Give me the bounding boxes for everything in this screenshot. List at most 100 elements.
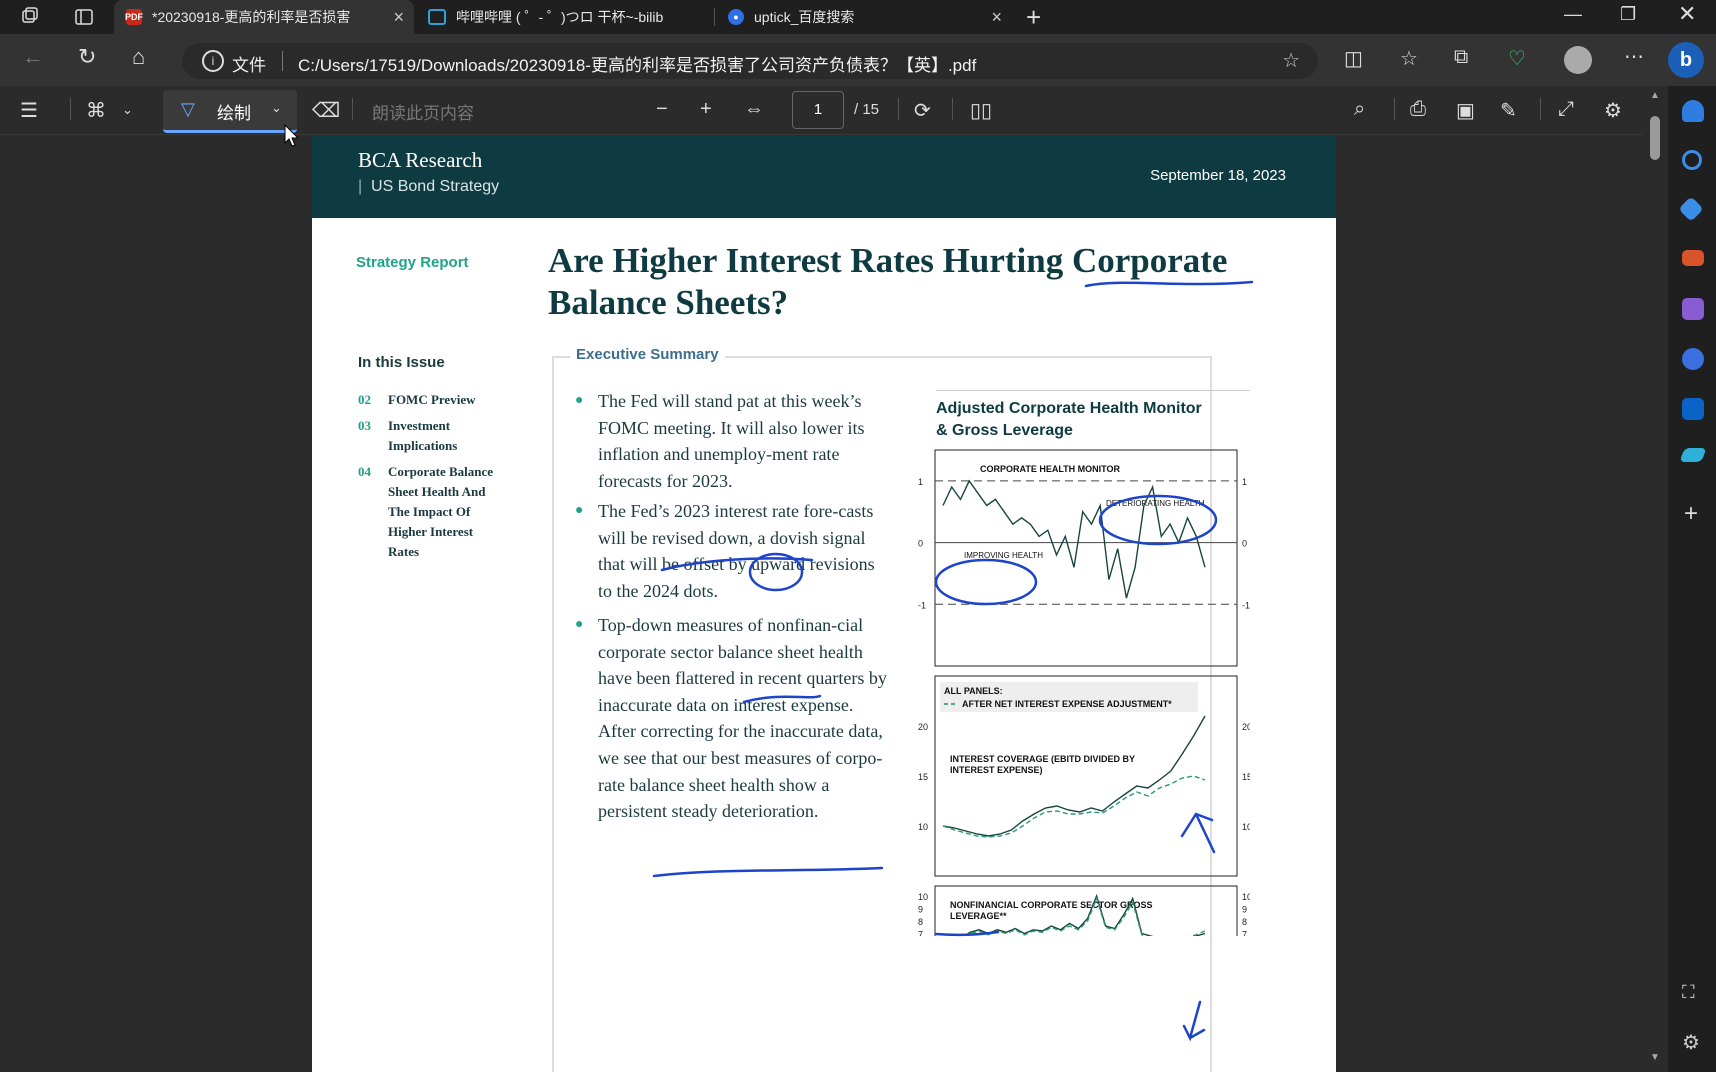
bullet-text: Top-down measures of nonfinan-cial corpo… <box>598 615 887 822</box>
zoom-in-icon[interactable]: + <box>700 98 712 121</box>
separator <box>1394 98 1395 120</box>
legend-heading: ALL PANELS: <box>944 686 1003 696</box>
save-as-icon[interactable]: ✎ <box>1500 98 1517 123</box>
chevron-down-icon[interactable]: ⌄ <box>271 100 282 116</box>
chart-rule <box>936 390 1250 391</box>
report-title: Are Higher Interest Rates Hurting Corpor… <box>548 240 1288 324</box>
minimize-icon[interactable]: — <box>1564 4 1582 25</box>
scroll-down-icon[interactable]: ▼ <box>1650 1052 1660 1063</box>
shopping-tag-icon[interactable] <box>1678 196 1704 222</box>
y-tick-label: 20 <box>1242 722 1250 732</box>
page-number-input[interactable]: 1 <box>792 91 844 129</box>
draw-button[interactable]: ▽ 绘制 ⌄ <box>163 90 297 133</box>
close-tab-icon[interactable]: × <box>991 7 1002 28</box>
games-icon[interactable] <box>1682 298 1704 320</box>
outlook-icon[interactable] <box>1682 398 1704 420</box>
fullscreen-icon[interactable]: ⤢ <box>1558 98 1574 121</box>
zoom-out-icon[interactable]: − <box>656 98 668 121</box>
bullet-dot: ● <box>575 393 584 408</box>
search-icon[interactable]: ⌕ <box>1354 98 1365 121</box>
eraser-icon[interactable]: ⌫ <box>312 98 340 123</box>
back-icon[interactable]: ← <box>22 44 44 70</box>
address-bar-row: ← ↻ ⌂ i 文件 C:/Users/17519/Downloads/2023… <box>0 34 1716 86</box>
browser-essentials-icon[interactable]: ♡ <box>1508 46 1526 71</box>
series-name: | US Bond Strategy <box>358 178 500 195</box>
panel-1: 1 10 0-1 -1CORPORATE HEALTH MONITORDETERIOR… <box>918 464 1250 610</box>
tab-title: 哔哩哔哩 ( ゜- ゜)つロ 干杯~-bilib <box>456 9 664 25</box>
report-date: September 18, 2023 <box>1150 167 1286 184</box>
profile-avatar[interactable] <box>1564 46 1592 74</box>
workspaces-icon[interactable] <box>20 6 40 26</box>
scroll-up-icon[interactable]: ▲ <box>1650 90 1660 101</box>
rotate-icon[interactable]: ⟳ <box>914 98 931 123</box>
tab-pdf[interactable]: PDF *20230918-更高的利率是否损害 × <box>114 0 414 34</box>
y-tick-label: 9 <box>918 905 923 915</box>
collections-icon[interactable]: ⧉ <box>1454 46 1468 69</box>
copilot-icon[interactable]: b <box>1668 42 1704 78</box>
refresh-icon[interactable]: ↻ <box>78 44 96 70</box>
home-icon[interactable]: ⌂ <box>132 44 145 70</box>
draw-pen-icon: ▽ <box>181 99 195 119</box>
info-icon[interactable]: i <box>202 50 224 72</box>
save-icon[interactable]: ▣ <box>1456 98 1475 123</box>
tab-actions-icon[interactable] <box>74 7 94 27</box>
series-line <box>942 775 1206 838</box>
title-line-2: Balance Sheets? <box>548 283 789 322</box>
baidu-paw-icon: ● <box>728 9 744 25</box>
pdf-page: BCA Research | US Bond Strategy Septembe… <box>312 136 1336 1072</box>
issue-number: 04 <box>358 464 371 479</box>
title-line-1: Are Higher Interest Rates Hurting Corpor… <box>548 241 1228 280</box>
close-window-icon[interactable]: ✕ <box>1678 1 1696 27</box>
url-text[interactable]: C:/Users/17519/Downloads/20230918-更高的利率是… <box>298 51 976 76</box>
fit-width-icon[interactable]: ⇔ <box>744 98 764 121</box>
pdf-toolbar: ☰ ⌘ ⌄ ▽ 绘制 ⌄ ⌫ 朗读此页内容 − + ⇔ 1 / 15 ⟳ ▯▯ … <box>0 86 1648 147</box>
panel-label: INTEREST COVERAGE (EBITD DIVIDED BY <box>950 754 1135 764</box>
tab-bilibili[interactable]: 哔哩哔哩 ( ゜- ゜)つロ 干杯~-bilib <box>416 0 712 34</box>
file-label: 文件 <box>232 56 266 75</box>
restore-icon[interactable]: ❐ <box>1620 4 1636 25</box>
microsoft365-icon[interactable] <box>1682 348 1704 370</box>
y-tick-label: 0 <box>1242 539 1247 549</box>
highlight-icon[interactable]: ⌘ <box>86 98 106 123</box>
send-icon[interactable] <box>1679 448 1707 462</box>
y-tick-label: 10 <box>918 892 928 902</box>
bullet-text: The Fed will stand pat at this week’s FO… <box>598 391 865 491</box>
tools-icon[interactable] <box>1682 250 1704 266</box>
screenshot-icon[interactable]: ⛶ <box>1682 982 1695 1003</box>
tab-bar: PDF *20230918-更高的利率是否损害 × 哔哩哔哩 ( ゜- ゜)つロ… <box>0 0 1716 34</box>
contents-icon[interactable]: ☰ <box>20 98 38 123</box>
address-bar[interactable]: i 文件 C:/Users/17519/Downloads/20230918-更… <box>182 43 1318 79</box>
new-tab-icon[interactable]: + <box>1026 2 1041 33</box>
tab-baidu[interactable]: ● uptick_百度搜索 × <box>716 0 1012 34</box>
settings-icon[interactable]: ⚙ <box>1604 98 1622 123</box>
close-tab-icon[interactable]: × <box>393 7 404 28</box>
print-icon[interactable]: ⎙ <box>1410 98 1426 121</box>
bilibili-icon <box>428 9 446 25</box>
more-icon[interactable]: ⋯ <box>1624 44 1644 69</box>
panel-label-cont: INTEREST EXPENSE) <box>950 765 1043 775</box>
in-this-issue-heading: In this Issue <box>358 354 445 371</box>
series-text: US Bond Strategy <box>371 178 500 195</box>
vertical-scrollbar[interactable]: ▲ ▼ <box>1642 86 1668 1072</box>
issue-item[interactable]: 04 Corporate Balance Sheet Health And The… <box>358 462 506 562</box>
separator <box>1540 98 1541 120</box>
search-icon[interactable] <box>1682 150 1702 170</box>
issue-item[interactable]: 02 FOMC Preview <box>358 390 513 410</box>
settings-icon[interactable]: ⚙ <box>1682 1030 1700 1055</box>
notification-bell-icon[interactable] <box>1682 100 1704 122</box>
favorite-star-icon[interactable]: ☆ <box>1282 48 1300 73</box>
split-screen-icon[interactable]: ◫ <box>1344 46 1363 71</box>
add-icon[interactable]: + <box>1684 500 1698 528</box>
page-view-icon[interactable]: ▯▯ <box>970 98 992 123</box>
edge-sidebar: + ⛶ ⚙ <box>1668 86 1716 1072</box>
y-tick-label: 15 <box>918 772 928 782</box>
separator <box>352 98 353 120</box>
read-aloud-button[interactable]: 朗读此页内容 <box>372 99 474 124</box>
favorites-icon[interactable]: ☆ <box>1400 46 1418 71</box>
chevron-down-icon[interactable]: ⌄ <box>122 102 133 118</box>
y-tick-label: -1 <box>1242 600 1250 610</box>
y-tick-label: 7 <box>1242 930 1247 937</box>
issue-item[interactable]: 03 Investment Implications <box>358 416 478 456</box>
scroll-thumb[interactable] <box>1650 116 1660 160</box>
y-tick-label: 10 <box>1242 822 1250 832</box>
